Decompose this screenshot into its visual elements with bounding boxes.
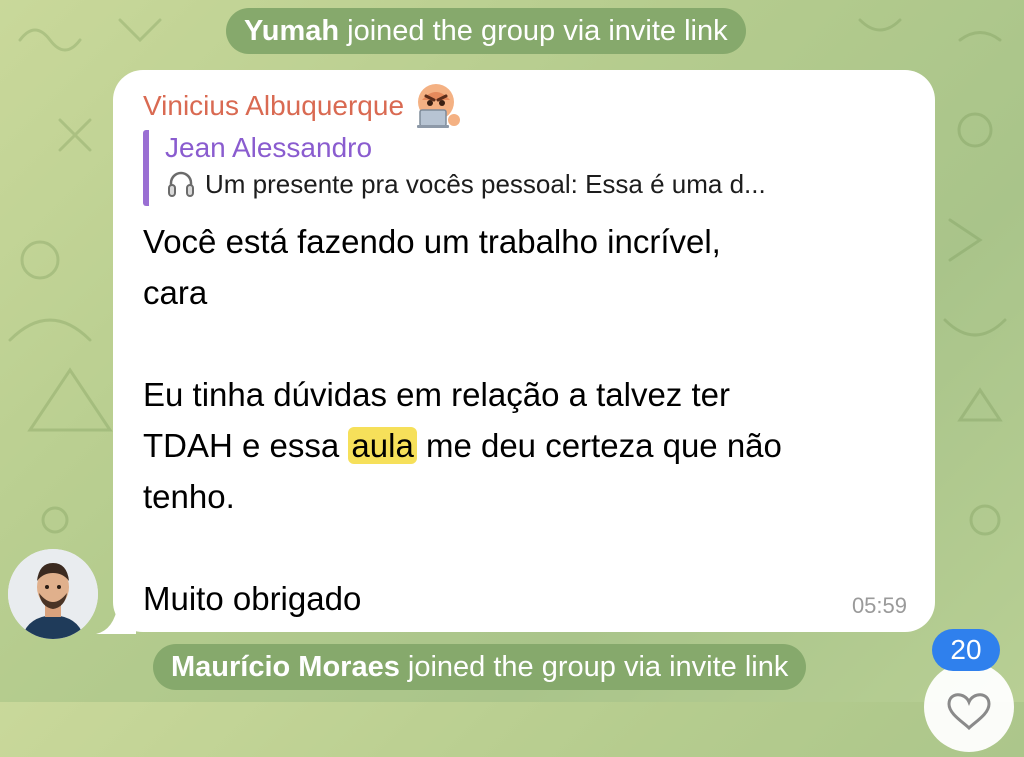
- message-line: Você está fazendo um trabalho incrível,: [143, 223, 721, 260]
- message-fragment: me deu certeza que não: [425, 427, 782, 464]
- service-message-join: Maurício Moraes joined the group via inv…: [153, 644, 807, 690]
- search-highlight: aula: [348, 427, 417, 464]
- message-time: 05:59: [851, 593, 907, 618]
- message-fragment: TDAH e essa: [143, 427, 340, 464]
- reactions-button[interactable]: [924, 662, 1014, 752]
- message-bubble[interactable]: Vinicius Albuquerque Jean Alessandro Um …: [113, 70, 935, 632]
- angry-face-laptop-icon: [417, 84, 461, 128]
- message-sender-row: Vinicius Albuquerque: [143, 82, 462, 130]
- message-line: tenho.: [143, 478, 235, 515]
- message-line: cara: [143, 274, 208, 311]
- joined-user-name[interactable]: Maurício Moraes: [171, 651, 400, 683]
- headphones-icon: [168, 171, 194, 197]
- avatar[interactable]: [8, 549, 98, 639]
- service-message-join: Yumah joined the group via invite link: [226, 8, 746, 54]
- message-line: TDAH e essa aula me deu certeza que não: [143, 420, 913, 471]
- message-line: Muito obrigado: [143, 580, 362, 617]
- bubble-tail: [96, 604, 136, 634]
- reply-preview-text: Um presente pra vocês pessoal: Essa é um…: [205, 169, 766, 199]
- reply-preview-row: Um presente pra vocês pessoal: Essa é um…: [165, 166, 913, 202]
- message-line: Eu tinha dúvidas em relação a talvez ter: [143, 376, 730, 413]
- joined-user-name[interactable]: Yumah: [244, 15, 339, 47]
- reply-author: Jean Alessandro: [165, 132, 373, 163]
- message-text: Você está fazendo um trabalho incrível, …: [143, 216, 913, 624]
- unread-reactions-badge[interactable]: 20: [932, 629, 1000, 671]
- reply-quote[interactable]: Jean Alessandro Um presente pra vocês pe…: [143, 130, 913, 206]
- service-message-text: joined the group via invite link: [407, 651, 789, 683]
- sender-name[interactable]: Vinicius Albuquerque: [143, 88, 404, 124]
- service-message-text: joined the group via invite link: [347, 15, 728, 47]
- heart-icon: [947, 693, 991, 731]
- person-avatar-icon: [8, 549, 98, 639]
